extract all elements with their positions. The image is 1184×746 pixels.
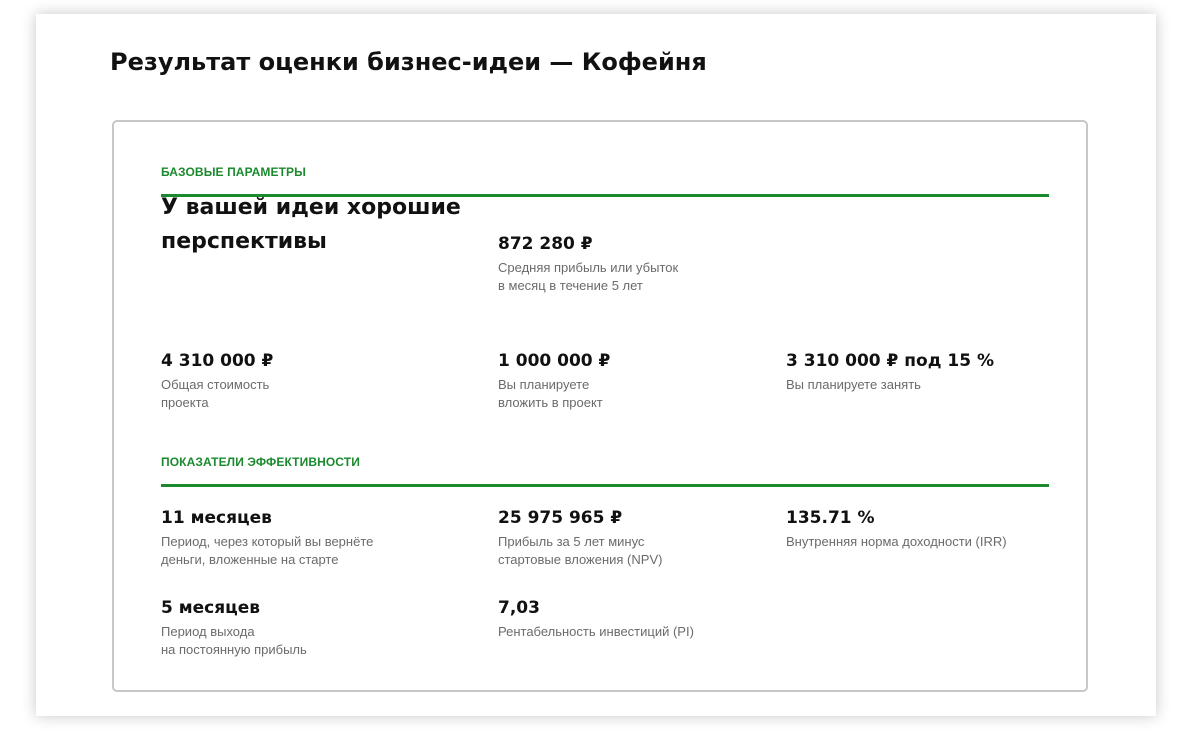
metric-label: Вы планируете занять xyxy=(786,377,921,392)
metric-label: Внутренняя норма доходности (IRR) xyxy=(786,534,1007,549)
metric-breakeven: 5 месяцев Период выхода на постоянную пр… xyxy=(161,598,461,659)
page-card: Результат оценки бизнес-идеи — Кофейня Б… xyxy=(36,14,1156,716)
page-title: Результат оценки бизнес-идеи — Кофейня xyxy=(110,48,707,76)
metric-avg-profit: 872 280 ₽ Средняя прибыль или убыток в м… xyxy=(498,234,798,295)
metric-label: Период, через который вы вернёте деньги,… xyxy=(161,534,374,567)
metric-loan: 3 310 000 ₽ под 15 % Вы планируете занят… xyxy=(786,351,1086,394)
verdict-headline: У вашей идеи хорошие перспективы xyxy=(161,195,461,254)
metric-value: 25 975 965 ₽ xyxy=(498,508,623,528)
metric-npv: 25 975 965 ₽ Прибыль за 5 лет минус стар… xyxy=(498,508,798,569)
metric-label: Вы планируете вложить в проект xyxy=(498,377,603,410)
metric-label: Прибыль за 5 лет минус стартовые вложени… xyxy=(498,534,663,567)
metric-value: 135.71 % xyxy=(786,508,875,528)
metric-irr: 135.71 % Внутренняя норма доходности (IR… xyxy=(786,508,1086,551)
metric-label: Период выхода на постоянную прибыль xyxy=(161,624,307,657)
metric-label: Рентабельность инвестиций (PI) xyxy=(498,624,694,639)
metric-label: Общая стоимость проекта xyxy=(161,377,270,410)
metric-value: 872 280 ₽ xyxy=(498,234,593,254)
metric-value: 4 310 000 ₽ xyxy=(161,351,274,371)
metric-value: 1 000 000 ₽ xyxy=(498,351,611,371)
result-panel: БАЗОВЫЕ ПАРАМЕТРЫ У вашей идеи хорошие п… xyxy=(112,120,1088,692)
metric-value: 5 месяцев xyxy=(161,598,261,618)
efficiency-divider xyxy=(161,484,1049,487)
efficiency-heading: ПОКАЗАТЕЛИ ЭФФЕКТИВНОСТИ xyxy=(161,455,360,469)
metric-total-cost: 4 310 000 ₽ Общая стоимость проекта xyxy=(161,351,461,412)
metric-value: 11 месяцев xyxy=(161,508,272,528)
metric-label: Средняя прибыль или убыток в месяц в теч… xyxy=(498,260,679,293)
base-params-heading: БАЗОВЫЕ ПАРАМЕТРЫ xyxy=(161,165,306,179)
metric-value: 3 310 000 ₽ под 15 % xyxy=(786,351,994,371)
metric-payback: 11 месяцев Период, через который вы верн… xyxy=(161,508,461,569)
metric-value: 7,03 xyxy=(498,598,540,618)
metric-pi: 7,03 Рентабельность инвестиций (PI) xyxy=(498,598,798,641)
metric-own-investment: 1 000 000 ₽ Вы планируете вложить в прое… xyxy=(498,351,798,412)
